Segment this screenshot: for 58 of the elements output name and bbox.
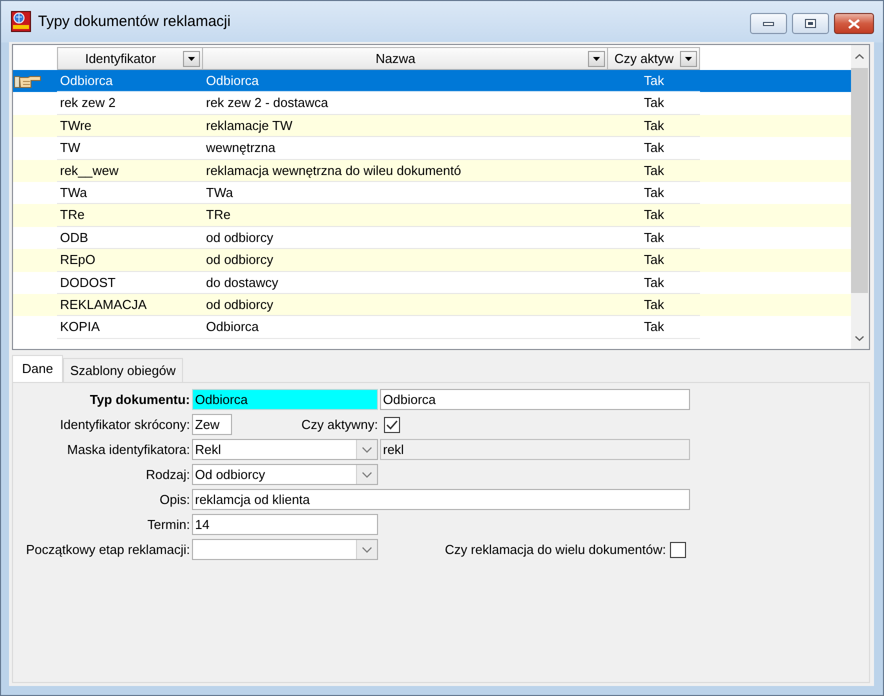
- field-label: Identyfikator skrócony:: [58, 416, 190, 434]
- field-label: Termin:: [146, 516, 190, 534]
- deadline-field[interactable]: 14: [192, 514, 378, 535]
- field-label: Czy reklamacja do wielu dokumentów:: [444, 541, 666, 559]
- chevron-down-icon: [362, 472, 372, 478]
- minimize-button[interactable]: [750, 13, 787, 34]
- chevron-down-icon: [362, 546, 372, 552]
- field-label: Czy aktywny:: [301, 416, 378, 434]
- vertical-scrollbar[interactable]: [851, 45, 869, 349]
- short-id-field[interactable]: Zew: [192, 414, 232, 435]
- close-button[interactable]: [834, 13, 874, 34]
- grid-row[interactable]: REKLAMACJA od odbiorcy Tak: [13, 294, 851, 316]
- chevron-up-icon[interactable]: [855, 54, 864, 58]
- chevron-down-icon: [362, 446, 372, 452]
- maximize-icon: [805, 19, 816, 28]
- field-label: Opis:: [158, 491, 190, 509]
- grid-row[interactable]: DODOST do dostawcy Tak: [13, 272, 851, 294]
- field-label: Początkowy etap reklamacji:: [24, 541, 190, 559]
- grid-row[interactable]: TWre reklamacje TW Tak: [13, 114, 851, 138]
- active-checkbox[interactable]: [384, 416, 400, 432]
- field-label: Rodzaj:: [144, 466, 190, 484]
- tab[interactable]: Szablony obiegów: [63, 358, 183, 382]
- chevron-down-icon[interactable]: [855, 336, 864, 340]
- field-label: Typ dokumentu:: [88, 391, 190, 409]
- grid-row[interactable]: rek__wew reklamacja wewnętrzna do wileu dokumentó Tak: [13, 160, 851, 182]
- grid-row[interactable]: TRe TRe Tak: [13, 204, 851, 227]
- tab[interactable]: Dane: [12, 355, 64, 382]
- column-dropdown-button[interactable]: [680, 50, 697, 66]
- maximize-button[interactable]: [792, 13, 829, 34]
- close-icon: [848, 18, 860, 28]
- column-header[interactable]: Identyfikator: [57, 47, 203, 70]
- mask-preview-field: rekl: [380, 439, 690, 460]
- app-logo-icon: [11, 11, 31, 32]
- multi-document-checkbox[interactable]: [670, 542, 686, 558]
- column-dropdown-button[interactable]: [183, 50, 200, 66]
- table-cell: KOPIA: [57, 316, 203, 339]
- column-header[interactable]: Czy aktyw: [608, 47, 700, 70]
- field-label: Maska identyfikatora:: [66, 441, 190, 459]
- grid-row[interactable]: REpO od odbiorcy Tak: [13, 249, 851, 272]
- caret-down-icon: [593, 56, 600, 60]
- id-mask-dropdown[interactable]: Rekl: [192, 439, 378, 460]
- document-name-field[interactable]: Odbiorca: [380, 389, 690, 410]
- table-cell: Tak: [608, 316, 700, 339]
- checkmark-icon: [386, 420, 398, 430]
- caret-down-icon: [685, 56, 692, 60]
- column-dropdown-button[interactable]: [588, 50, 605, 66]
- grid-row[interactable]: Odbiorca Odbiorca Tak: [13, 70, 851, 92]
- grid-row[interactable]: ODB od odbiorcy Tak: [13, 226, 851, 250]
- document-code-field[interactable]: Odbiorca: [192, 389, 378, 410]
- minimize-icon: [763, 22, 774, 26]
- column-header[interactable]: Nazwa: [203, 47, 608, 70]
- table-cell: Odbiorca: [203, 316, 608, 339]
- category-dropdown[interactable]: Od odbiorcy: [192, 464, 378, 485]
- caret-down-icon: [188, 56, 195, 60]
- window-title: Typy dokumentów reklamacji: [38, 12, 231, 32]
- description-field[interactable]: reklamcja od klienta: [192, 489, 690, 510]
- scrollbar-thumb[interactable]: [851, 68, 868, 293]
- pointing-hand-icon: [14, 74, 42, 89]
